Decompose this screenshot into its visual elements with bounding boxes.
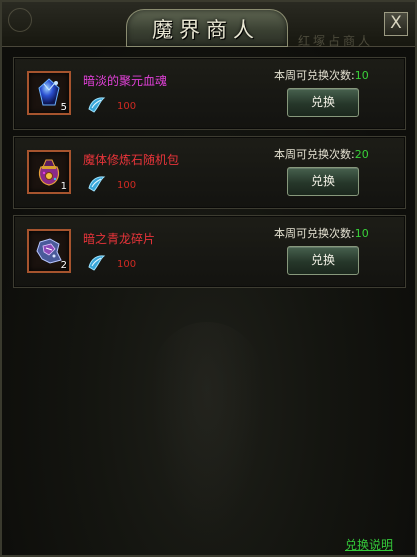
item-slot[interactable]: 2 bbox=[27, 229, 71, 273]
crystal-currency-icon bbox=[88, 176, 106, 192]
weekly-limit: 本周可兑换次数:20 bbox=[274, 146, 369, 162]
weekly-limit: 本周可兑换次数:10 bbox=[274, 67, 369, 83]
crystal-currency-icon bbox=[88, 97, 106, 113]
exchange-button[interactable]: 兑换 bbox=[287, 88, 359, 117]
merchant-window: 魔界商人 红塚占商人 X 5 暗淡的聚元血魂 100 本周可兑换次数:10 兑换… bbox=[0, 0, 417, 557]
weekly-limit-value: 10 bbox=[354, 69, 369, 82]
exchange-help-link[interactable]: 兑换说明 bbox=[345, 536, 393, 553]
item-quantity: 1 bbox=[60, 181, 67, 192]
watermark-text: 红塚占商人 bbox=[298, 34, 374, 48]
window-title: 魔界商人 bbox=[152, 18, 260, 42]
item-cost: 100 bbox=[117, 180, 137, 191]
background-silhouette bbox=[152, 322, 262, 542]
item-quantity: 2 bbox=[60, 260, 67, 271]
item-quantity: 5 bbox=[60, 102, 67, 113]
item-name: 暗淡的聚元血魂 bbox=[83, 74, 168, 88]
item-cost: 100 bbox=[117, 101, 137, 112]
weekly-limit-label: 本周可兑换次数: bbox=[274, 227, 355, 240]
weekly-limit-value: 20 bbox=[354, 148, 369, 161]
header-ornament bbox=[8, 8, 32, 32]
weekly-limit-label: 本周可兑换次数: bbox=[274, 69, 355, 82]
weekly-limit-label: 本周可兑换次数: bbox=[274, 148, 355, 161]
item-row: 2 暗之青龙碎片 100 本周可兑换次数:10 兑换 bbox=[13, 215, 406, 288]
item-slot[interactable]: 5 bbox=[27, 71, 71, 115]
exchange-button[interactable]: 兑换 bbox=[287, 246, 359, 275]
weekly-limit: 本周可兑换次数:10 bbox=[274, 225, 369, 241]
crystal-currency-icon bbox=[88, 255, 106, 271]
weekly-limit-value: 10 bbox=[354, 227, 369, 240]
item-name: 暗之青龙碎片 bbox=[83, 232, 156, 246]
item-name: 魔体修炼石随机包 bbox=[83, 153, 180, 167]
item-row: 1 魔体修炼石随机包 100 本周可兑换次数:20 兑换 bbox=[13, 136, 406, 209]
item-slot[interactable]: 1 bbox=[27, 150, 71, 194]
close-button[interactable]: X bbox=[384, 12, 408, 36]
item-cost: 100 bbox=[117, 259, 137, 270]
exchange-button[interactable]: 兑换 bbox=[287, 167, 359, 196]
item-row: 5 暗淡的聚元血魂 100 本周可兑换次数:10 兑换 bbox=[13, 57, 406, 130]
